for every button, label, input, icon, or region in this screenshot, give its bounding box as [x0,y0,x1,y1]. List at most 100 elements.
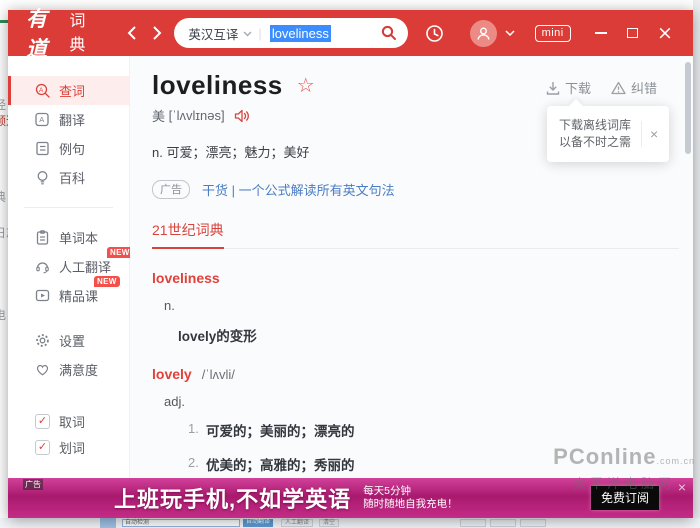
tooltip-close-icon[interactable]: × [650,127,658,141]
new-badge: NEW [94,276,120,287]
background-strip [693,0,700,528]
report-label: 纠错 [630,81,657,96]
sidebar-item-satisfaction[interactable]: 满意度 [8,355,129,384]
dictionary-tabs: 21世纪词典 [152,220,679,249]
ad-link[interactable]: 干货 | 一个公式解读所有英文句法 [202,180,395,199]
toggle-label: 划词 [59,440,86,456]
tab-21st-century-dict[interactable]: 21世纪词典 [152,220,224,249]
chevron-down-icon [243,31,252,37]
minimize-icon [594,32,607,34]
headword: loveliness [152,70,283,100]
sidebar-item-translate[interactable]: A 翻译 [8,105,129,134]
background-dropdown: 自动检测 [122,519,240,527]
search-mode-selector[interactable]: 英汉互译 [188,24,238,43]
sidebar: A 查词 A 翻译 例句 百科 单词本 人工翻译 NEW 精品课 NEW 设置 … [8,56,133,478]
ad-badge: 广告 [152,180,190,199]
app-logo: 有道 词典 [26,3,97,63]
definition-list: 可爱的；美丽的；漂亮的 优美的；高雅的；秀丽的 [口语]令人愉快的；美好的 [188,420,693,478]
heart-icon [35,362,50,377]
header-actions: 下载 纠错 [546,78,657,97]
checkbox-checked-icon[interactable] [35,413,50,429]
video-play-icon [35,288,50,303]
minimize-button[interactable] [589,19,613,47]
maximize-button[interactable] [621,19,645,47]
background-button: 自动翻译 [243,519,274,527]
pronounce-button[interactable] [234,109,250,123]
word-header: loveliness ☆ 下载 纠错 [152,70,693,101]
history-button[interactable] [422,18,448,48]
definition-item: 可爱的；美丽的；漂亮的 [206,424,355,439]
banner-close-icon[interactable]: × [678,480,686,494]
definition-item: 优美的；高雅的；秀丽的 [206,458,355,473]
accent-region: 美 [152,109,166,124]
background-button [520,519,546,527]
sidebar-item-lookup[interactable]: A 查词 [8,76,129,105]
headset-icon [35,259,50,274]
favorite-star-icon[interactable]: ☆ [297,73,315,98]
inline-ad-row: 广告 干货 | 一个公式解读所有英文句法 [152,180,693,199]
background-fragment: 经 [0,98,7,112]
chevron-right-icon [153,26,162,40]
sidebar-item-premium-courses[interactable]: 精品课 NEW [8,276,129,310]
sidebar-item-examples[interactable]: 例句 [8,134,129,163]
entry-headword: loveliness [152,270,220,286]
download-icon [546,81,560,95]
sidebar-toggles: 取词 划词 [8,408,129,460]
background-button: 人工翻译 [281,519,314,527]
mini-mode-button[interactable]: mini [534,24,571,42]
sidebar-item-label: 例句 [59,142,86,157]
search-divider: | [258,25,262,41]
entry-phonetic: /ˈlʌvli/ [201,367,235,382]
sidebar-item-label: 人工翻译 NEW [59,247,133,276]
report-error-button[interactable]: 纠错 [611,78,657,97]
chevron-left-icon [127,26,136,40]
background-button [460,519,486,527]
search-bar[interactable]: 英汉互译 | loveliness [174,18,408,48]
sidebar-item-settings[interactable]: 设置 [8,326,129,355]
sidebar-item-encyclopedia[interactable]: 百科 [8,163,129,192]
part-of-speech: n. [164,298,175,313]
toggle-label: 取词 [59,414,86,430]
warning-icon [611,81,626,94]
download-tooltip: 下载离线词库 以备不时之需 × [547,106,669,162]
phonetic: [ˈlʌvlɪnəs] [168,108,225,123]
banner-photo: 广告 [22,478,98,518]
banner-subtext: 每天5分钟 随时随地自我充电！ [363,485,458,510]
sidebar-divider [24,207,113,208]
close-button[interactable]: × [653,19,677,47]
search-icon [381,25,396,40]
banner-ad-tag: 广告 [23,479,43,490]
tooltip-text: 下载离线词库 以备不时之需 [559,118,632,149]
logo-youdao: 有道 [26,8,48,61]
account-menu[interactable] [469,19,515,47]
toggle-point-translate[interactable]: 取词 [8,408,129,434]
checkbox-checked-icon[interactable] [35,439,50,455]
sidebar-item-label: 设置 [59,334,86,349]
background-fragment: 电 [0,308,7,322]
download-label: 下载 [564,81,591,96]
part-of-speech: adj. [164,394,185,409]
new-badge: NEW [107,247,133,258]
document-icon [35,141,50,156]
banner-ad[interactable]: 广告 上班玩手机,不如学英语 每天5分钟 随时随地自我充电！ 免费订阅 × [8,478,693,518]
titlebar: 有道 词典 英汉互译 | loveliness mini × [8,8,693,61]
search-button[interactable] [376,20,402,46]
background-button: 清空 [319,519,340,527]
lightbulb-icon [35,170,50,185]
sidebar-item-label: 满意度 [59,363,99,378]
word-search-icon: A [35,83,50,98]
logo-dict: 词典 [69,13,86,54]
background-bottom-form: 自动检测 自动翻译 人工翻译 清空 [0,518,700,528]
translate-icon: A [35,112,50,127]
scrollbar-thumb[interactable] [685,62,691,154]
user-icon [477,27,490,40]
app-window: 有道 词典 英汉互译 | loveliness mini × A 查词 A 翻译… [8,8,694,518]
back-button[interactable] [123,22,142,44]
download-dict-button[interactable]: 下载 [546,78,591,97]
banner-headline: 上班玩手机,不如学英语 [114,487,352,512]
chevron-down-icon [505,30,515,36]
search-input[interactable]: loveliness [269,24,331,42]
subscribe-button[interactable]: 免费订阅 [590,486,659,510]
toggle-select-translate[interactable]: 划词 [8,434,129,460]
forward-button[interactable] [147,22,166,44]
